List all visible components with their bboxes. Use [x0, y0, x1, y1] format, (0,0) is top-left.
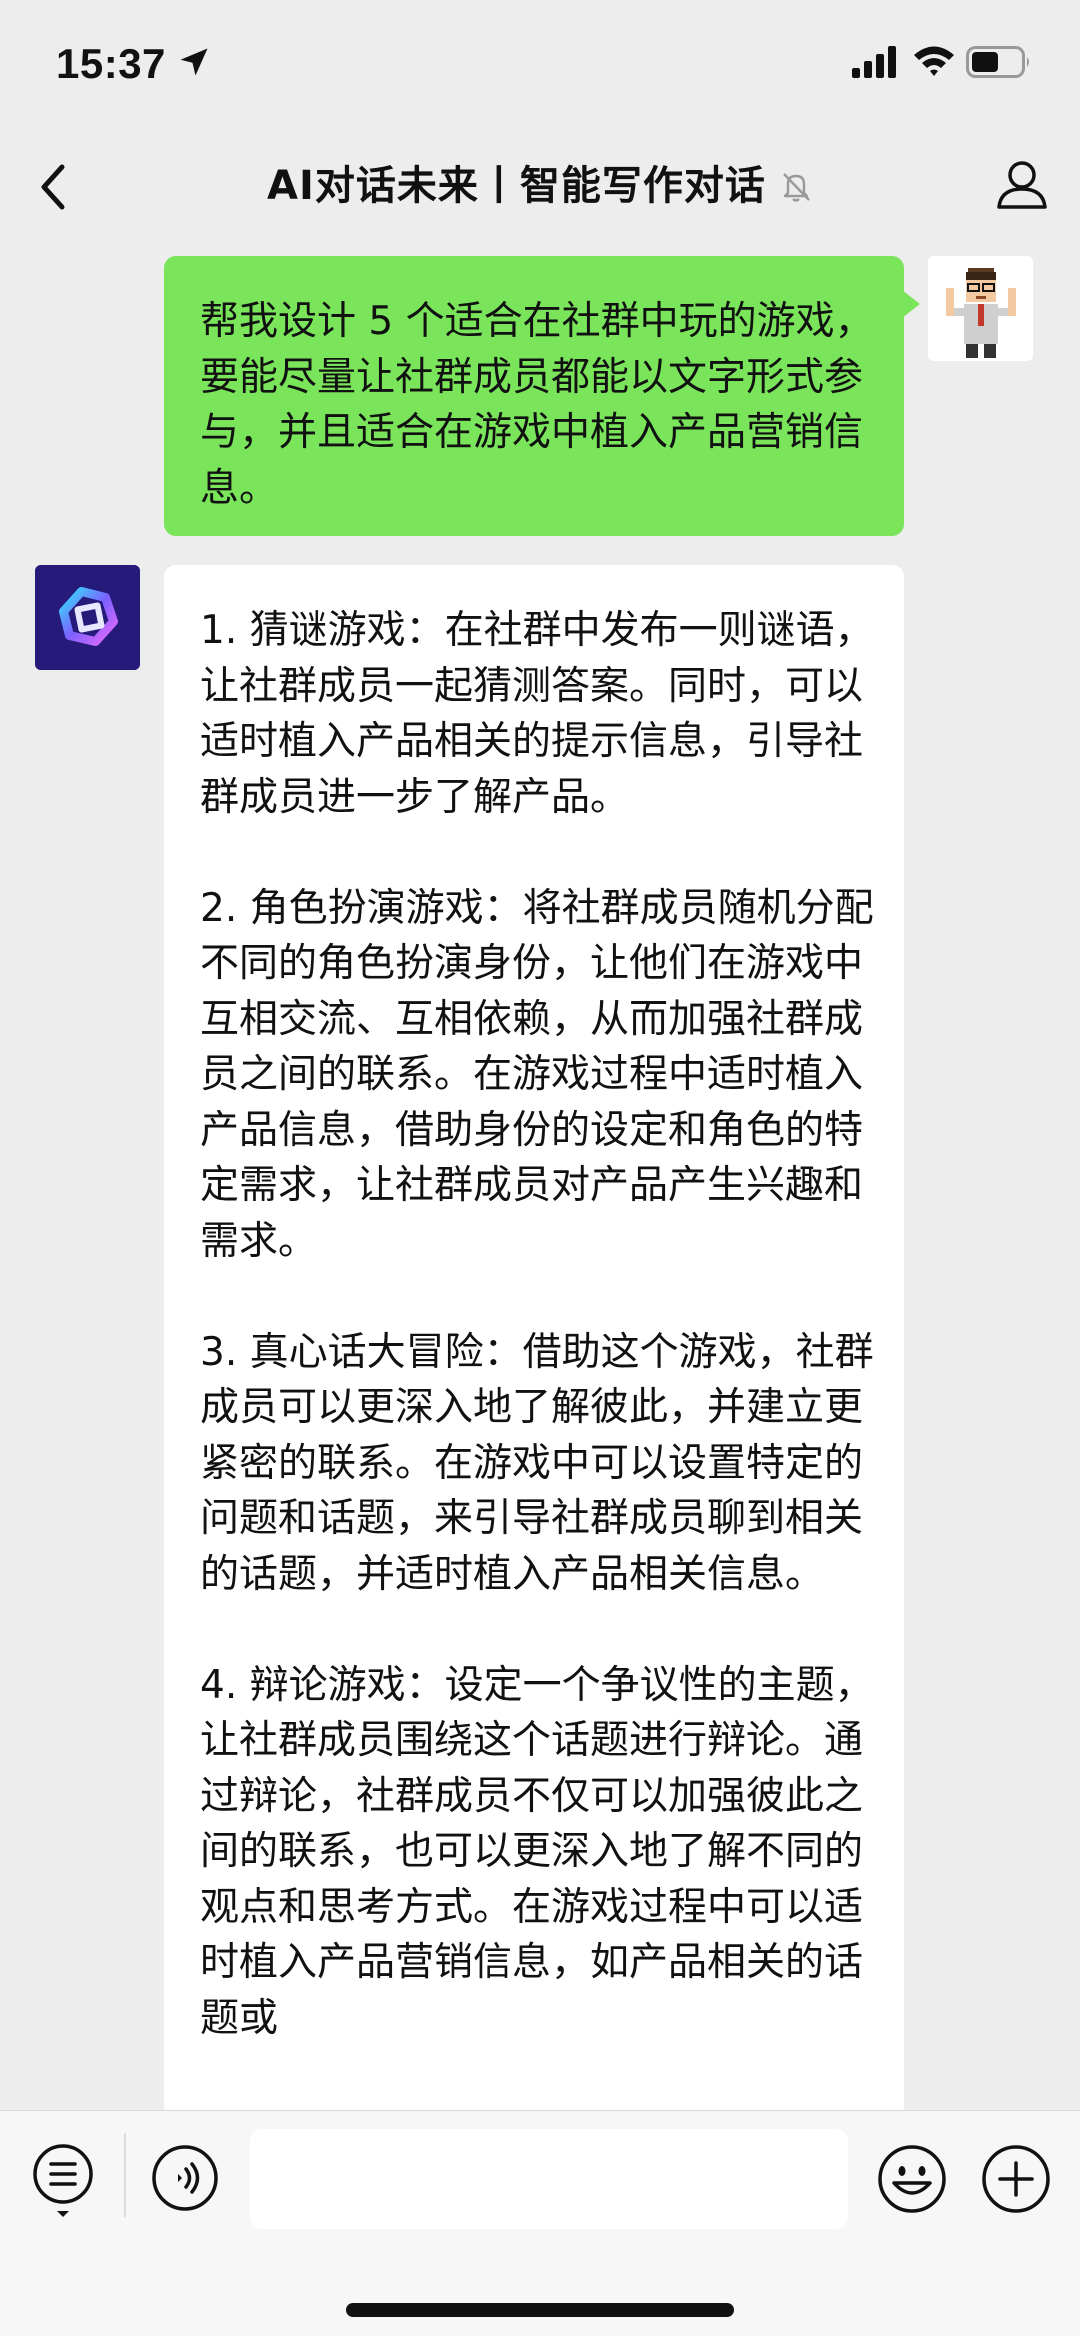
- status-bar: 15:37: [0, 0, 1080, 135]
- chat-header: AI对话未来丨智能写作对话: [0, 135, 1080, 240]
- input-bar: [0, 2110, 1080, 2336]
- emoji-icon[interactable]: [876, 2143, 948, 2215]
- user-message-bubble[interactable]: 帮我设计 5 个适合在社群中玩的游戏，要能尽量让社群成员都能以文字形式参与，并且…: [164, 256, 920, 536]
- ai-paragraph-3: 3. 真心话大冒险：借助这个游戏，社群成员可以更深入地了解彼此，并建立更紧密的联…: [200, 1329, 874, 1597]
- plus-icon[interactable]: [980, 2143, 1052, 2215]
- location-arrow-icon: [180, 48, 208, 76]
- input-divider: [124, 2133, 126, 2217]
- ai-avatar[interactable]: [35, 565, 140, 670]
- ai-message-bubble[interactable]: 1. 猜谜游戏：在社群中发布一则谜语，让社群成员一起猜测答案。同时，可以适时植入…: [164, 565, 904, 2125]
- ai-paragraph-1: 1. 猜谜游戏：在社群中发布一则谜语，让社群成员一起猜测答案。同时，可以适时植入…: [200, 608, 874, 820]
- ai-logo-icon: [35, 565, 140, 670]
- chat-title: AI对话未来丨智能写作对话: [267, 163, 766, 209]
- pixel-character-icon: [928, 256, 1033, 361]
- user-message-text: 帮我设计 5 个适合在社群中玩的游戏，要能尽量让社群成员都能以文字形式参与，并且…: [200, 299, 874, 511]
- message-input[interactable]: [250, 2129, 848, 2229]
- profile-icon[interactable]: [992, 155, 1052, 215]
- wifi-icon: [914, 46, 954, 76]
- home-indicator: [346, 2303, 734, 2317]
- voice-input-icon[interactable]: [150, 2143, 220, 2213]
- status-time: 15:37: [56, 40, 166, 87]
- user-avatar[interactable]: [928, 256, 1033, 361]
- mute-bell-icon: [783, 173, 810, 202]
- battery-icon: [966, 46, 1029, 78]
- ai-paragraph-4: 4. 辩论游戏：设定一个争议性的主题，让社群成员围绕这个话题进行辩论。通过辩论，…: [200, 1662, 874, 2041]
- menu-list-icon[interactable]: [30, 2141, 96, 2221]
- ai-paragraph-2: 2. 角色扮演游戏：将社群成员随机分配不同的角色扮演身份，让他们在游戏中互相交流…: [200, 885, 874, 1264]
- cellular-signal-icon: [852, 46, 896, 78]
